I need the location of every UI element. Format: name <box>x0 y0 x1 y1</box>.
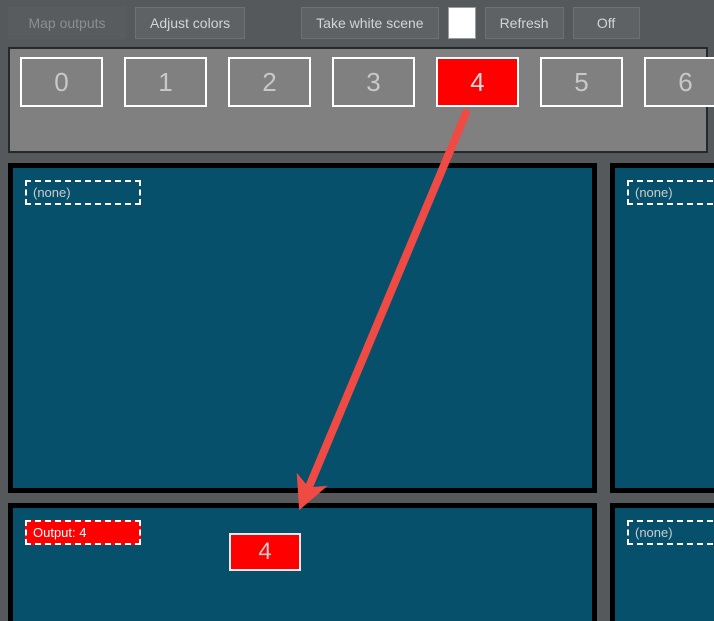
scene-button-6[interactable]: 6 <box>644 57 714 107</box>
adjust-colors-button[interactable]: Adjust colors <box>135 6 246 39</box>
scene-button-1[interactable]: 1 <box>124 57 207 107</box>
refresh-button[interactable]: Refresh <box>484 6 564 39</box>
output-cell-tag-active[interactable]: Output: 4 <box>25 520 141 545</box>
output-cell-tag[interactable]: (none) <box>25 180 141 205</box>
top-toolbar: Map outputs Adjust colors Take white sce… <box>0 0 714 45</box>
output-cell-bottom-right[interactable]: (none) <box>610 503 714 621</box>
output-cell-bottom-left[interactable]: Output: 4 4 <box>8 503 597 621</box>
output-grid: (none) (none) Output: 4 4 (none) <box>8 163 714 621</box>
scene-button-row: 0 1 2 3 4 5 6 <box>20 57 714 107</box>
output-cell-surface: Output: 4 4 <box>13 508 592 621</box>
output-value-box[interactable]: 4 <box>229 533 301 571</box>
output-cell-surface: (none) <box>615 508 714 621</box>
scene-selector-panel: 0 1 2 3 4 5 6 <box>8 47 714 153</box>
output-cell-tag[interactable]: (none) <box>627 180 714 205</box>
output-cell-surface: (none) <box>13 168 592 488</box>
scene-button-2[interactable]: 2 <box>228 57 311 107</box>
scene-button-3[interactable]: 3 <box>332 57 415 107</box>
app-window: Map outputs Adjust colors Take white sce… <box>0 0 714 621</box>
off-button[interactable]: Off <box>572 6 640 39</box>
scene-button-5[interactable]: 5 <box>540 57 623 107</box>
map-outputs-button[interactable]: Map outputs <box>8 6 126 39</box>
take-white-scene-button[interactable]: Take white scene <box>301 6 439 39</box>
output-cell-top-right[interactable]: (none) <box>610 163 714 493</box>
scene-button-0[interactable]: 0 <box>20 57 103 107</box>
output-cell-surface: (none) <box>615 168 714 488</box>
output-cell-top-left[interactable]: (none) <box>8 163 597 493</box>
output-cell-tag[interactable]: (none) <box>627 520 714 545</box>
scene-button-4[interactable]: 4 <box>436 57 519 107</box>
color-swatch[interactable] <box>447 6 476 39</box>
